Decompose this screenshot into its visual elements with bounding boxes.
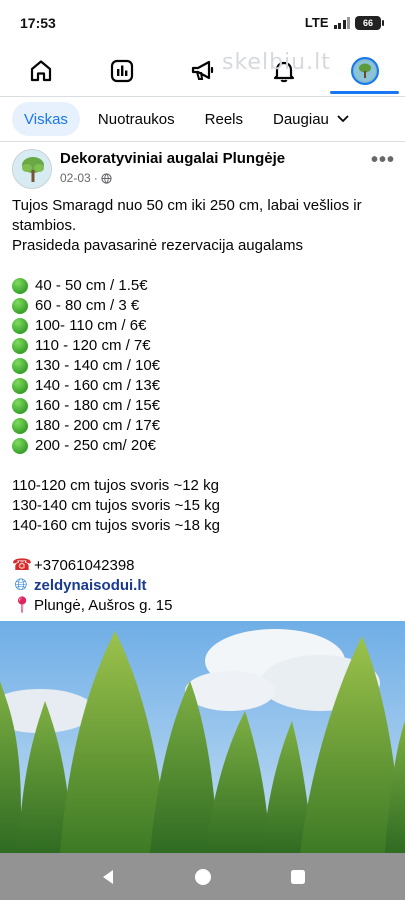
green-circle-icon xyxy=(12,398,28,414)
chips-divider xyxy=(0,141,405,142)
price-item: 130 - 140 cm / 10€ xyxy=(12,356,397,376)
price-text: 180 - 200 cm / 17€ xyxy=(35,417,161,434)
home-circle-icon[interactable] xyxy=(194,868,212,886)
green-circle-icon xyxy=(12,418,28,434)
price-text: 100- 110 cm / 6€ xyxy=(35,317,147,334)
recents-icon[interactable] xyxy=(290,869,306,885)
clock: 17:53 xyxy=(20,15,56,31)
filter-all[interactable]: Viskas xyxy=(12,102,80,136)
nav-profile[interactable] xyxy=(324,46,405,96)
green-circle-icon xyxy=(12,298,28,314)
back-icon[interactable] xyxy=(99,868,117,886)
price-text: 40 - 50 cm / 1.5€ xyxy=(35,277,148,294)
android-navigation-bar xyxy=(0,853,405,900)
battery-level: 66 xyxy=(362,17,373,28)
price-text: 200 - 250 cm/ 20€ xyxy=(35,437,156,454)
top-navigation xyxy=(0,46,405,96)
post-header: Dekoratyviniai augalai Plungėje 02-03 · … xyxy=(12,149,397,189)
filter-photos[interactable]: Nuotraukos xyxy=(86,102,187,136)
chevron-down-icon xyxy=(337,115,349,123)
globe-icon xyxy=(101,172,112,184)
post-body: Tujos Smaragd nuo 50 cm iki 250 cm, laba… xyxy=(12,196,397,616)
thuja-trees-image xyxy=(0,621,405,853)
filter-chips: Viskas Nuotraukos Reels Daugiau xyxy=(12,100,361,138)
home-icon xyxy=(30,60,51,82)
page-name[interactable]: Dekoratyviniai augalai Plungėje xyxy=(60,150,285,167)
green-circle-icon xyxy=(12,318,28,334)
website-link[interactable]: zeldynaisodui.lt xyxy=(34,576,147,596)
weight-line: 130-140 cm tujos svoris ~15 kg xyxy=(12,497,221,514)
address-text: Plungė, Aušros g. 15 xyxy=(34,597,173,614)
green-circle-icon xyxy=(12,378,28,394)
nav-home[interactable] xyxy=(0,46,81,96)
meta-separator: · xyxy=(93,171,98,185)
price-item: 100- 110 cm / 6€ xyxy=(12,316,397,336)
weight-line: 140-160 cm tujos svoris ~18 kg xyxy=(12,517,221,534)
green-circle-icon xyxy=(12,358,28,374)
price-item: 110 - 120 cm / 7€ xyxy=(12,336,397,356)
phone-number[interactable]: +37061042398 xyxy=(34,556,135,576)
contact-phone: ☎ +37061042398 xyxy=(12,556,397,576)
filter-more-label: Daugiau xyxy=(273,110,329,128)
status-bar: 17:53 LTE 66 xyxy=(0,0,405,46)
price-item: 40 - 50 cm / 1.5€ xyxy=(12,276,397,296)
price-item: 180 - 200 cm / 17€ xyxy=(12,416,397,436)
telephone-icon: ☎ xyxy=(12,557,32,574)
green-circle-icon xyxy=(12,338,28,354)
post-date[interactable]: 02-03 xyxy=(60,171,91,185)
profile-avatar xyxy=(350,57,379,85)
news-feed-icon xyxy=(110,59,133,83)
nav-feeds[interactable] xyxy=(81,46,162,96)
price-item: 160 - 180 cm / 15€ xyxy=(12,396,397,416)
green-circle-icon xyxy=(12,438,28,454)
status-icons: LTE 66 xyxy=(304,15,384,30)
battery-icon: 66 xyxy=(355,15,384,30)
nav-divider xyxy=(0,96,405,97)
price-item: 200 - 250 cm/ 20€ xyxy=(12,436,397,456)
contact-website: 🌐︎ zeldynaisodui.lt xyxy=(12,576,397,596)
green-circle-icon xyxy=(12,278,28,294)
watermark: skelbiu.lt xyxy=(222,50,331,75)
price-item: 140 - 160 cm / 13€ xyxy=(12,376,397,396)
signal-icon xyxy=(333,16,350,29)
post-text-line: stambios. xyxy=(12,217,77,234)
post-text-line: Prasideda pavasarinė rezervacija augalam… xyxy=(12,237,303,254)
weight-line: 110-120 cm tujos svoris ~12 kg xyxy=(12,477,219,494)
post-photo[interactable] xyxy=(0,621,405,853)
more-options-icon[interactable]: ••• xyxy=(371,149,395,172)
filter-more[interactable]: Daugiau xyxy=(261,102,361,136)
megaphone-icon xyxy=(191,60,213,80)
price-item: 60 - 80 cm / 3 € xyxy=(12,296,397,316)
post-meta: 02-03 · xyxy=(60,171,112,185)
page-avatar[interactable] xyxy=(12,149,52,189)
tree-logo-icon xyxy=(13,150,51,188)
post-text-line: Tujos Smaragd nuo 50 cm iki 250 cm, laba… xyxy=(12,197,362,214)
price-text: 140 - 160 cm / 13€ xyxy=(35,377,161,394)
network-type: LTE xyxy=(304,15,329,30)
price-text: 60 - 80 cm / 3 € xyxy=(35,297,140,314)
price-text: 130 - 140 cm / 10€ xyxy=(35,357,161,374)
filter-reels[interactable]: Reels xyxy=(193,102,255,136)
location-pin-icon: 📍︎ xyxy=(12,597,33,614)
price-text: 110 - 120 cm / 7€ xyxy=(35,337,151,354)
tree-logo-icon xyxy=(353,60,376,82)
price-text: 160 - 180 cm / 15€ xyxy=(35,397,161,414)
contact-address: 📍︎ Plungė, Aušros g. 15 xyxy=(12,596,397,616)
globe-icon: 🌐︎ xyxy=(14,577,28,594)
